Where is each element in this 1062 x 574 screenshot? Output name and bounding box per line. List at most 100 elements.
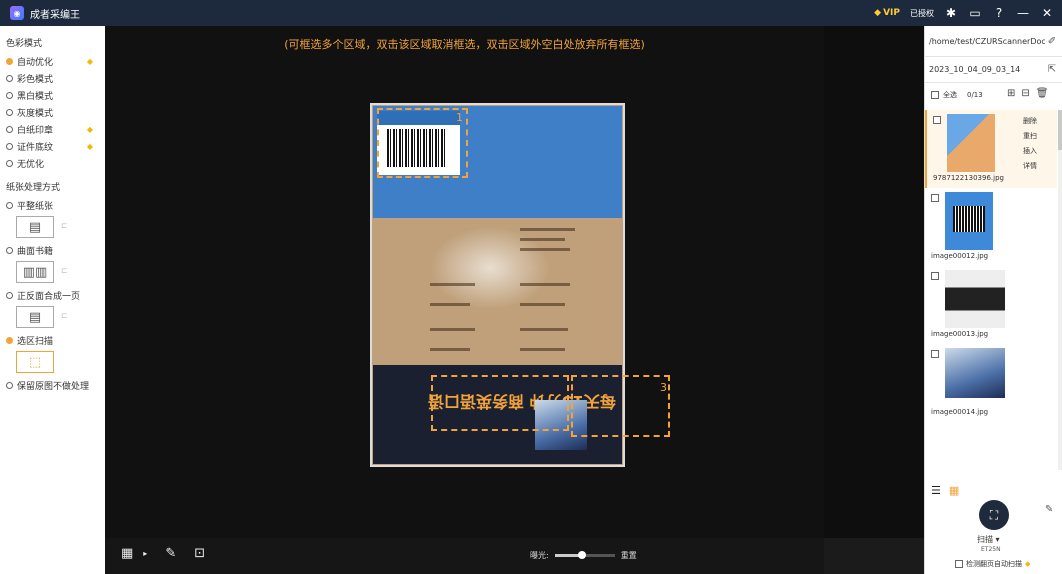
color-mode-auto[interactable]: 自动优化 ◆	[6, 53, 99, 70]
close-icon[interactable]: ✕	[1040, 6, 1054, 20]
right-panel: /home/test/CZURScannerDoc/ ✐ 2023_10_04_…	[924, 26, 1062, 574]
item-name: image00014.jpg	[931, 408, 989, 416]
dropdown-arrow-icon[interactable]: ▸	[143, 549, 147, 558]
color-mode-bw[interactable]: 黑白模式	[6, 87, 99, 104]
book-thumbnail[interactable]: ▥▥ ⊏	[16, 261, 68, 283]
divider	[925, 82, 1062, 83]
reset-button[interactable]: 重置	[621, 550, 637, 561]
paper-mode-duplex[interactable]: 正反面合成一页	[6, 287, 99, 304]
radio-button[interactable]	[6, 58, 13, 65]
radio-button[interactable]	[6, 202, 13, 209]
focus-frame-icon[interactable]: ⊡	[194, 546, 205, 561]
item-checkbox[interactable]	[931, 350, 939, 358]
option-label: 保留原图不做处理	[17, 382, 90, 392]
list-item[interactable]: image00014.jpg	[925, 344, 1057, 422]
radio-button[interactable]	[6, 75, 13, 82]
list-view-icon[interactable]: ☰	[931, 484, 941, 497]
radio-button[interactable]	[6, 143, 13, 150]
scan-label-text: 扫描	[977, 535, 993, 544]
edit-icon[interactable]: ✎	[1045, 504, 1053, 515]
auto-scan-checkbox[interactable]	[955, 560, 963, 568]
grid-view-icon[interactable]: ▦	[949, 484, 959, 497]
color-mode-color[interactable]: 彩色模式	[6, 70, 99, 87]
text-line	[520, 328, 568, 331]
item-checkbox[interactable]	[931, 272, 939, 280]
selection-box-1[interactable]	[377, 108, 468, 178]
scrollbar-thumb[interactable]	[1058, 110, 1062, 150]
side-marker-icon: ⊏	[61, 311, 68, 320]
color-mode-stamp[interactable]: 白纸印章 ◆	[6, 121, 99, 138]
paper-mode-flat[interactable]: 平整纸张	[6, 197, 99, 214]
text-line	[520, 303, 565, 306]
auto-scan-row[interactable]: 检测翻页自动扫描 ◆	[955, 559, 1030, 569]
list-item[interactable]: 删除 重扫 插入 详情 9787122130396.jpg	[925, 110, 1057, 188]
trash-icon[interactable]: 🗑	[1036, 88, 1049, 99]
menu-delete[interactable]: 删除	[1023, 116, 1037, 126]
auth-label: 已授权	[910, 8, 934, 18]
exposure-slider[interactable]	[554, 551, 615, 559]
paper-mode-region[interactable]: 选区扫描	[6, 332, 99, 349]
radio-button[interactable]	[6, 109, 13, 116]
option-label: 白纸印章	[17, 126, 54, 136]
select-all-checkbox[interactable]	[931, 91, 939, 99]
item-checkbox[interactable]	[933, 116, 941, 124]
exposure-label: 曝光:	[530, 551, 549, 560]
menu-details[interactable]: 详情	[1023, 161, 1037, 171]
list-scrollbar[interactable]	[1058, 110, 1062, 470]
help-icon[interactable]: ?	[992, 6, 1006, 20]
save-path: /home/test/CZURScannerDoc/	[929, 36, 1045, 46]
option-label: 选区扫描	[17, 337, 54, 347]
selection-number-1: 1	[456, 111, 463, 124]
slider-knob[interactable]	[577, 551, 586, 559]
edit-path-icon[interactable]: ✐	[1045, 36, 1059, 47]
scan-label[interactable]: 扫描 ▾	[977, 534, 1000, 545]
selection-box-2[interactable]	[431, 375, 569, 431]
split-icon[interactable]: ⊟	[1021, 88, 1029, 99]
list-item[interactable]: image00012.jpg	[925, 188, 1057, 266]
folder-name: 2023_10_04_09_03_14	[929, 64, 1021, 74]
radio-button[interactable]	[6, 337, 13, 344]
open-folder-icon[interactable]: ⇱	[1045, 64, 1059, 75]
scan-preview-canvas[interactable]: (可框选多个区域，双击该区域取消框选，双击区域外空白处放弃所有框选) 每天15分…	[105, 26, 824, 538]
paper-mode-book[interactable]: 曲面书籍	[6, 242, 99, 259]
selection-box-3[interactable]	[571, 375, 670, 437]
settings-icon[interactable]: ✱	[944, 6, 958, 20]
color-mode-id[interactable]: 证件底纹 ◆	[6, 138, 99, 155]
view-toggle: ☰ ▦	[931, 484, 959, 497]
color-mode-gray[interactable]: 灰度模式	[6, 104, 99, 121]
vip-badge[interactable]: ◆ VIP	[874, 8, 900, 18]
radio-button[interactable]	[6, 292, 13, 299]
merge-icon[interactable]: ⊞	[1007, 88, 1015, 99]
divider	[925, 56, 1062, 57]
duplex-thumbnail[interactable]: ▤ ⊏	[16, 306, 68, 328]
text-line	[430, 283, 475, 286]
paper-mode-original[interactable]: 保留原图不做处理	[6, 377, 99, 394]
radio-button[interactable]	[6, 126, 13, 133]
paper-mode-title: 纸张处理方式	[6, 183, 61, 193]
minimize-icon[interactable]: —	[1016, 6, 1030, 20]
option-label: 曲面书籍	[17, 247, 54, 257]
radio-button[interactable]	[6, 382, 13, 389]
pen-icon[interactable]: ✎	[165, 546, 176, 561]
radio-button[interactable]	[6, 92, 13, 99]
item-checkbox[interactable]	[931, 194, 939, 202]
option-label: 黑白模式	[17, 92, 54, 102]
thumbnail-image	[945, 192, 993, 250]
flat-paper-thumbnail[interactable]: ▤ ⊏	[16, 216, 68, 238]
color-mode-none[interactable]: 无优化	[6, 155, 99, 172]
premium-diamond-icon: ◆	[86, 142, 93, 151]
radio-button[interactable]	[6, 160, 13, 167]
qr-code-icon[interactable]: ▦	[121, 546, 133, 561]
region-scan-thumbnail[interactable]: ⬚	[16, 351, 54, 373]
radio-button[interactable]	[6, 247, 13, 254]
exposure-control: 曝光: 重置	[530, 550, 637, 561]
scan-button[interactable]: ⛶	[979, 500, 1009, 530]
list-item[interactable]: image00013.jpg	[925, 266, 1057, 344]
select-all-row[interactable]: 全选 0/13	[931, 90, 983, 100]
menu-rescan[interactable]: 重扫	[1023, 131, 1037, 141]
menu-insert[interactable]: 插入	[1023, 146, 1037, 156]
vip-label: VIP	[883, 8, 900, 18]
item-context-menu: 删除 重扫 插入 详情	[1023, 116, 1037, 171]
message-icon[interactable]: ▭	[968, 6, 982, 20]
image-list: 删除 重扫 插入 详情 9787122130396.jpg image00012…	[925, 110, 1057, 480]
